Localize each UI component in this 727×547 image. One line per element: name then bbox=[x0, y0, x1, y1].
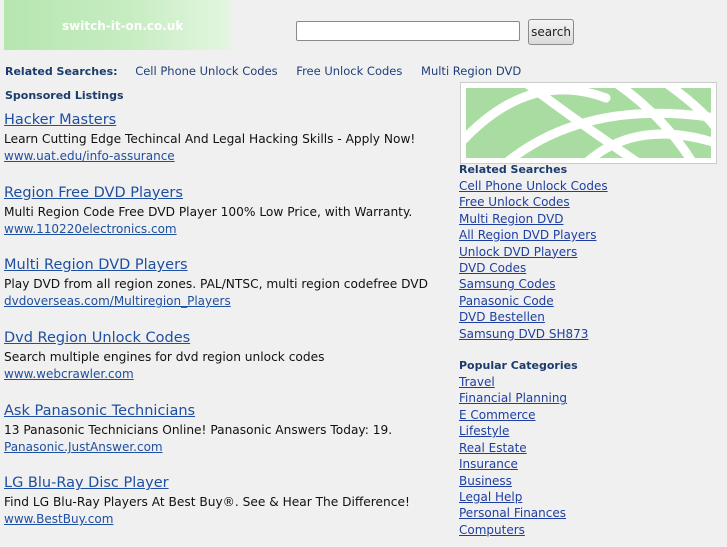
sidebar-related-link[interactable]: Panasonic Code bbox=[459, 293, 719, 309]
listing: Multi Region DVD Players Play DVD from a… bbox=[4, 256, 444, 329]
listing-description: Find LG Blu-Ray Players At Best Buy®. Se… bbox=[4, 495, 410, 510]
logo-text: switch-it-on.co.uk bbox=[62, 19, 184, 33]
listing-description: Search multiple engines for dvd region u… bbox=[4, 350, 325, 365]
listing-url[interactable]: www.webcrawler.com bbox=[4, 366, 444, 383]
sidebar-category-link[interactable]: Business bbox=[459, 473, 719, 489]
sidebar: Related Searches Cell Phone Unlock Codes… bbox=[459, 162, 719, 538]
sponsored-listings-label: Sponsored Listings bbox=[5, 89, 124, 102]
related-searches-bar: Related Searches: Cell Phone Unlock Code… bbox=[5, 64, 536, 78]
sidebar-related-heading: Related Searches bbox=[459, 163, 568, 176]
sidebar-category-link[interactable]: Financial Planning bbox=[459, 390, 719, 406]
listing-description: Play DVD from all region zones. PAL/NTSC… bbox=[4, 277, 428, 292]
listing-url[interactable]: dvdoverseas.com/Multiregion_Players bbox=[4, 293, 444, 310]
listing-url[interactable]: www.110220electronics.com bbox=[4, 221, 444, 238]
listing-url[interactable]: www.BestBuy.com bbox=[4, 511, 444, 528]
listing-url[interactable]: Panasonic.JustAnswer.com bbox=[4, 439, 444, 456]
abstract-lines-image bbox=[466, 88, 711, 158]
search-input[interactable] bbox=[296, 21, 520, 41]
related-link[interactable]: Multi Region DVD bbox=[421, 64, 521, 78]
listing-description: Learn Cutting Edge Techincal And Legal H… bbox=[4, 132, 416, 146]
sidebar-category-link[interactable]: Legal Help bbox=[459, 489, 719, 505]
listing-url[interactable]: www.uat.edu/info-assurance bbox=[4, 148, 444, 165]
sidebar-category-link[interactable]: E Commerce bbox=[459, 407, 719, 423]
sidebar-related-link[interactable]: DVD Bestellen bbox=[459, 309, 719, 325]
sidebar-related-link[interactable]: DVD Codes bbox=[459, 260, 719, 276]
listing-title[interactable]: Region Free DVD Players bbox=[4, 184, 444, 202]
related-link[interactable]: Cell Phone Unlock Codes bbox=[135, 64, 277, 78]
sidebar-related-link[interactable]: Unlock DVD Players bbox=[459, 244, 719, 260]
related-searches-label: Related Searches: bbox=[5, 65, 118, 78]
listing: LG Blu-Ray Disc Player Find LG Blu-Ray P… bbox=[4, 474, 444, 547]
sidebar-related-link[interactable]: Samsung Codes bbox=[459, 276, 719, 292]
sidebar-category-link[interactable]: Travel bbox=[459, 374, 719, 390]
search-button[interactable]: search bbox=[528, 19, 574, 45]
listing: Dvd Region Unlock Codes Search multiple … bbox=[4, 329, 444, 402]
sidebar-category-link[interactable]: Insurance bbox=[459, 456, 719, 472]
listing-title[interactable]: LG Blu-Ray Disc Player bbox=[4, 474, 444, 492]
sidebar-related-link[interactable]: Samsung DVD SH873 bbox=[459, 326, 719, 342]
sidebar-category-link[interactable]: Real Estate bbox=[459, 440, 719, 456]
listing: Hacker Masters Learn Cutting Edge Techin… bbox=[4, 111, 444, 184]
listing-description: Multi Region Code Free DVD Player 100% L… bbox=[4, 204, 413, 219]
sidebar-popular-heading: Popular Categories bbox=[459, 359, 578, 373]
sidebar-category-link[interactable]: Lifestyle bbox=[459, 423, 719, 439]
sidebar-category-link[interactable]: Personal Finances bbox=[459, 505, 719, 521]
listing: Ask Panasonic Technicians 13 Panasonic T… bbox=[4, 402, 444, 475]
sidebar-related-link[interactable]: Multi Region DVD bbox=[459, 211, 719, 227]
sidebar-category-link[interactable]: Computers bbox=[459, 522, 719, 538]
sidebar-related-link[interactable]: Free Unlock Codes bbox=[459, 194, 719, 210]
sidebar-related-link[interactable]: All Region DVD Players bbox=[459, 227, 719, 243]
site-logo[interactable]: switch-it-on.co.uk bbox=[4, 0, 232, 50]
listing-description: 13 Panasonic Technicians Online! Panason… bbox=[4, 422, 393, 437]
listing-title[interactable]: Ask Panasonic Technicians bbox=[4, 402, 444, 420]
listing-title[interactable]: Hacker Masters bbox=[4, 111, 444, 129]
related-link[interactable]: Free Unlock Codes bbox=[296, 64, 402, 78]
sidebar-related-link[interactable]: Cell Phone Unlock Codes bbox=[459, 178, 719, 194]
listing-title[interactable]: Dvd Region Unlock Codes bbox=[4, 329, 444, 347]
decorative-banner[interactable] bbox=[460, 82, 717, 164]
listing-title[interactable]: Multi Region DVD Players bbox=[4, 256, 444, 274]
listing: Region Free DVD Players Multi Region Cod… bbox=[4, 184, 444, 257]
listings: Hacker Masters Learn Cutting Edge Techin… bbox=[4, 111, 444, 547]
